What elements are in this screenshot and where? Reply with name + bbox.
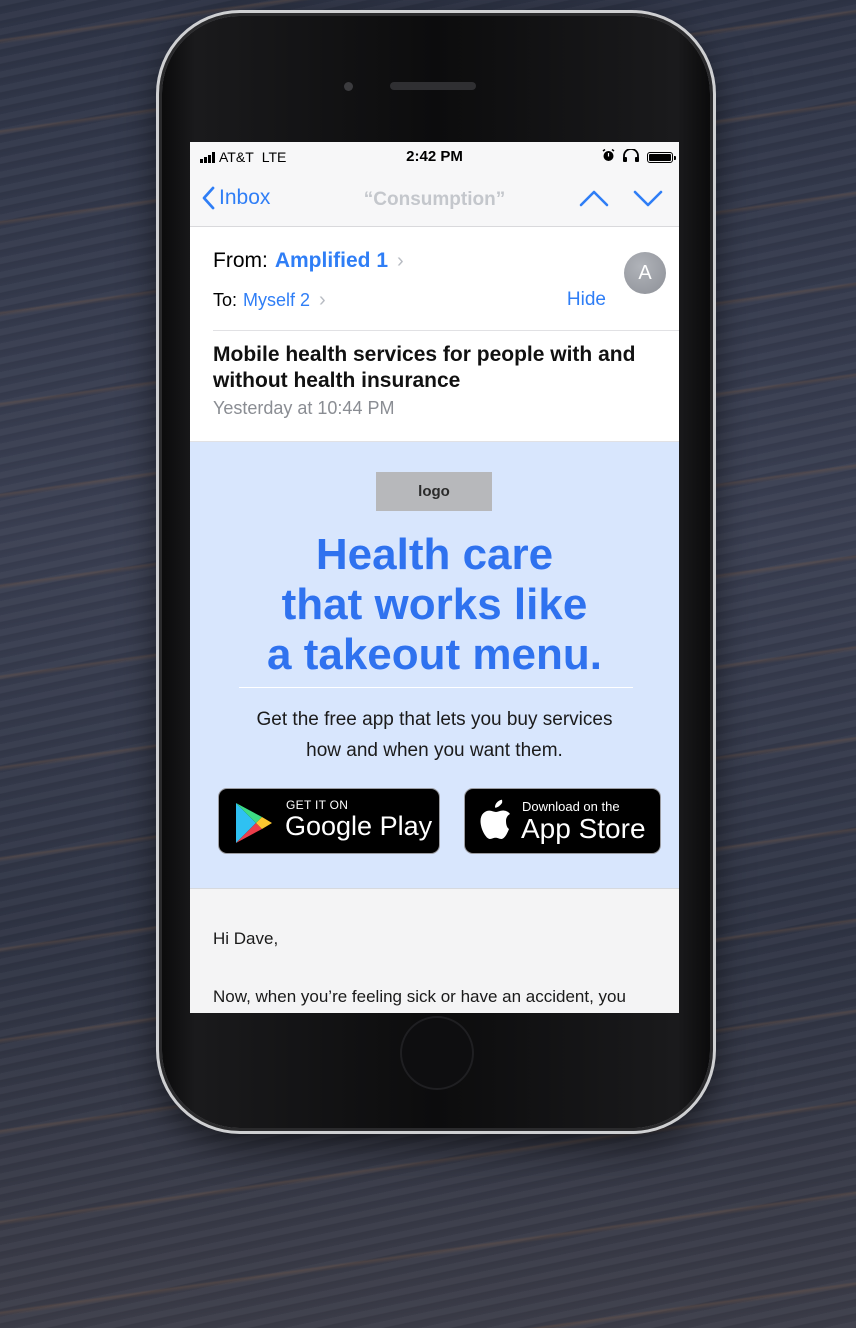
home-button[interactable]: [400, 1016, 474, 1090]
sender-name[interactable]: Amplified 1: [275, 249, 388, 273]
hide-details-button[interactable]: Hide: [567, 289, 606, 311]
headline-line: Health care: [315, 530, 554, 579]
mail-header: From: Amplified 1 › To: Myself 2 › Hide …: [190, 227, 679, 331]
apple-icon: [478, 799, 512, 846]
earpiece-speaker: [390, 82, 476, 90]
google-play-badge[interactable]: GET IT ON Google Play: [218, 788, 440, 854]
google-play-icon: [234, 801, 274, 850]
status-bar: AT&T LTE 2:42 PM: [190, 142, 679, 172]
phone-screen: AT&T LTE 2:42 PM Inbox “Consumption” Fro…: [190, 142, 679, 1013]
mail-nav-bar: Inbox “Consumption”: [190, 172, 679, 227]
sender-avatar[interactable]: A: [624, 252, 666, 294]
battery-icon: [647, 151, 676, 163]
headline-line: that works like: [281, 580, 588, 629]
subtext-line: Get the free app that lets you buy servi…: [256, 709, 613, 730]
google-play-big-text: Google Play: [285, 811, 433, 841]
alarm-icon: [602, 148, 615, 165]
chevron-down-icon: [633, 190, 663, 207]
app-store-big-text: App Store: [521, 813, 646, 844]
phone-frame: AT&T LTE 2:42 PM Inbox “Consumption” Fro…: [162, 16, 710, 1128]
google-play-small-text: GET IT ON: [286, 798, 349, 812]
email-date: Yesterday at 10:44 PM: [213, 398, 395, 418]
body-paragraph: Now, when you’re feeling sick or have an…: [213, 987, 626, 1006]
email-hero-banner: logo Health care that works like a takeo…: [190, 442, 679, 889]
front-camera: [344, 82, 353, 91]
subtext-line: how and when you want them.: [306, 740, 563, 761]
to-label: To:: [213, 290, 238, 310]
app-store-badge[interactable]: Download on the App Store: [464, 788, 661, 854]
to-row: To: Myself 2 ›: [213, 289, 326, 312]
email-subject: Mobile health services for people with a…: [213, 343, 636, 392]
email-body: Hi Dave, Now, when you’re feeling sick o…: [190, 889, 679, 1013]
app-store-small-text: Download on the: [522, 799, 620, 814]
hero-subtext: Get the free app that lets you buy servi…: [220, 704, 649, 766]
logo-placeholder: logo: [376, 472, 492, 511]
subject-block: Mobile health services for people with a…: [190, 331, 679, 442]
headline-line: a takeout menu.: [267, 630, 602, 679]
next-message-button[interactable]: [633, 186, 663, 215]
chevron-up-icon: [579, 190, 609, 207]
recipient-name[interactable]: Myself 2: [243, 290, 310, 311]
from-label: From:: [213, 249, 268, 272]
previous-message-button[interactable]: [579, 186, 609, 215]
headphones-icon: [622, 148, 640, 165]
from-row: From: Amplified 1 ›: [213, 249, 404, 273]
chevron-right-icon: ›: [397, 249, 404, 272]
hero-headline: Health care that works like a takeout me…: [190, 530, 679, 680]
headline-divider: [239, 687, 633, 688]
greeting: Hi Dave,: [213, 929, 279, 948]
chevron-right-icon: ›: [319, 289, 326, 311]
